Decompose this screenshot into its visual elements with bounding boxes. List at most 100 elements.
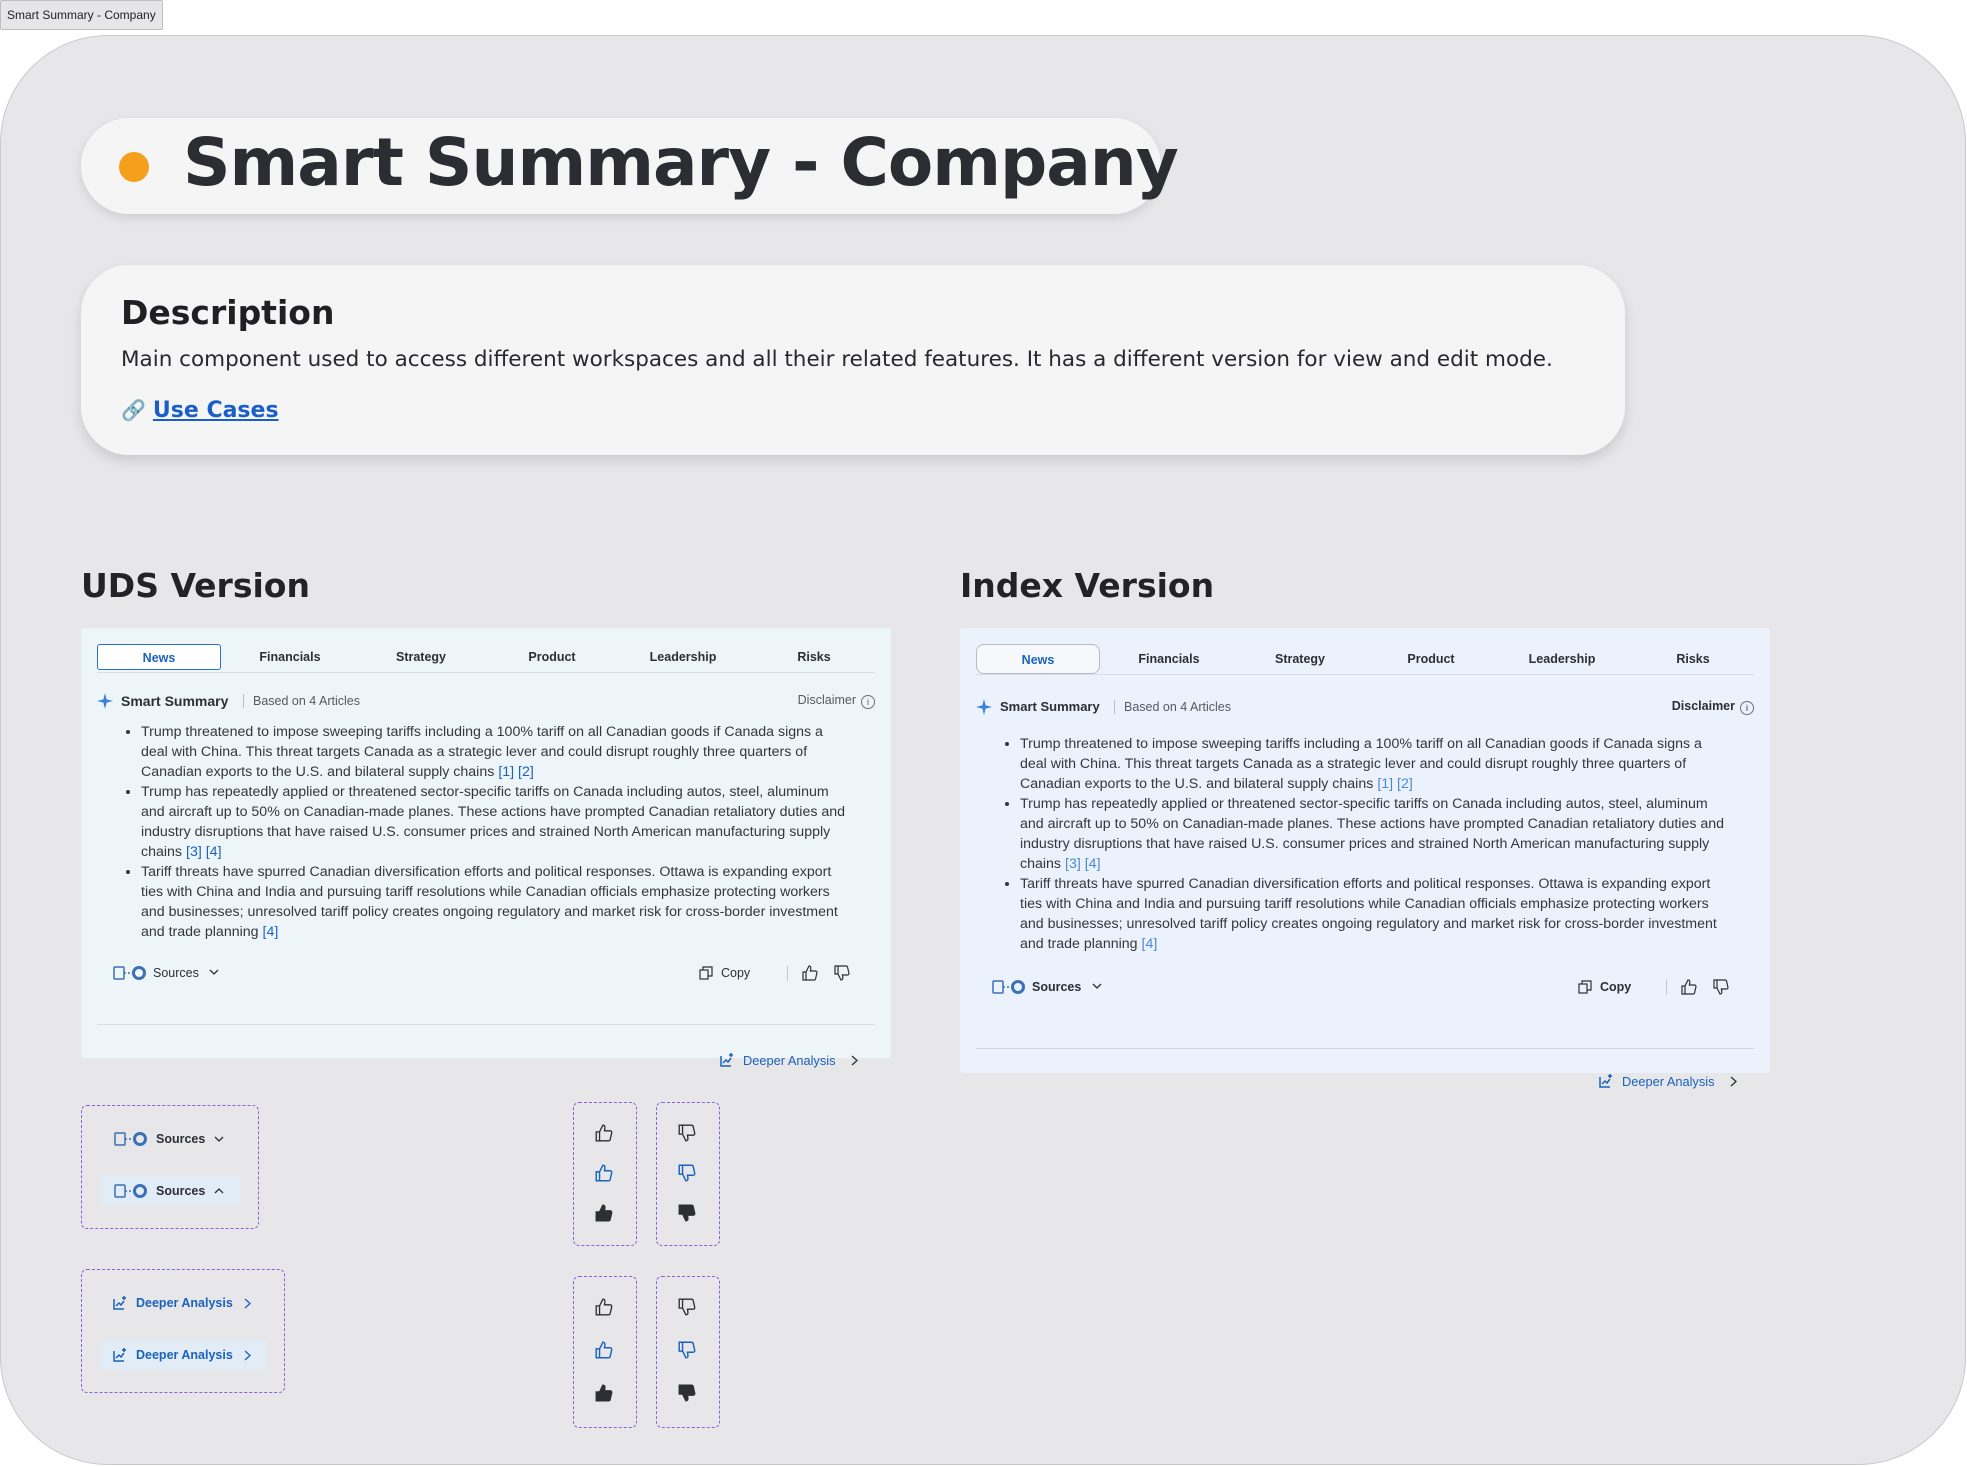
thumbs-up-icon[interactable] <box>594 1163 614 1183</box>
summary-bullets: Trump threatened to impose sweeping tari… <box>121 722 851 942</box>
deeper-analysis-label: Deeper Analysis <box>136 1296 233 1310</box>
deeper-analysis-icon <box>113 1348 126 1362</box>
thumbs-down-icon[interactable] <box>677 1123 697 1143</box>
disclaimer-label: Disclaimer <box>797 693 856 707</box>
copy-button[interactable]: Copy <box>1578 978 1648 998</box>
deeper-analysis-button[interactable]: Deeper Analysis <box>1598 1073 1738 1093</box>
citation-link[interactable]: [1] [2] <box>1377 776 1413 792</box>
chevron-right-icon <box>851 1055 858 1066</box>
thumbs-up-icon[interactable] <box>801 964 819 982</box>
chevron-right-icon <box>1730 1076 1737 1087</box>
deeper-analysis-icon <box>1599 1074 1612 1088</box>
based-on-label: Based on 4 Articles <box>253 694 361 708</box>
deeper-analysis-button-default[interactable]: Deeper Analysis <box>100 1288 266 1318</box>
thumbs-down-icon[interactable] <box>677 1383 697 1403</box>
tab-leadership[interactable]: Leadership <box>621 644 745 670</box>
thumbs-down-icon[interactable] <box>677 1297 697 1317</box>
thumbs-down-icon[interactable] <box>1712 978 1730 996</box>
thumbs-up-icon[interactable] <box>594 1340 614 1360</box>
deeper-analysis-icon <box>113 1296 126 1310</box>
canvas-frame: Smart Summary - Company Description Main… <box>0 35 1966 1465</box>
copy-button[interactable]: Copy <box>699 964 769 984</box>
info-icon: i <box>861 695 875 709</box>
thumbs-down-variants-index <box>656 1276 720 1428</box>
sources-button[interactable]: Sources <box>992 978 1112 998</box>
sources-button-default[interactable]: Sources <box>100 1124 240 1154</box>
tab-financials[interactable]: Financials <box>228 644 352 670</box>
bullet-text: Trump threatened to impose sweeping tari… <box>1020 736 1702 792</box>
tab-risks[interactable]: Risks <box>752 644 876 670</box>
deeper-analysis-button-hover[interactable]: Deeper Analysis <box>100 1340 266 1370</box>
sources-variants: Sources Sources <box>81 1105 259 1229</box>
copy-label: Copy <box>1600 980 1632 994</box>
list-item: Tariff threats have spurred Canadian div… <box>141 862 851 942</box>
use-cases-row: 🔗 Use Cases <box>121 398 279 423</box>
tab-bar: News Financials Strategy Product Leaders… <box>97 644 875 673</box>
thumbs-up-variants <box>573 1102 637 1246</box>
summary-header: Smart Summary Based on 4 Articles Discla… <box>97 692 875 712</box>
deeper-analysis-label: Deeper Analysis <box>743 1053 836 1068</box>
index-summary-card: News Financials Strategy Product Leaders… <box>960 628 1770 1089</box>
tab-product[interactable]: Product <box>1369 644 1493 674</box>
sources-button[interactable]: Sources <box>113 964 233 984</box>
description-card: Description Main component used to acces… <box>81 265 1625 455</box>
thumbs-up-icon[interactable] <box>594 1203 614 1223</box>
bullet-text: Trump has repeatedly applied or threaten… <box>141 784 846 860</box>
copy-icon <box>1578 980 1592 994</box>
disclaimer-button[interactable]: Disclaimer i <box>1672 699 1754 715</box>
thumbs-up-icon[interactable] <box>1680 978 1698 996</box>
sparkle-icon <box>97 693 113 709</box>
divider <box>1666 980 1667 995</box>
divider <box>976 1048 1754 1049</box>
copy-icon <box>699 966 713 980</box>
frame-tab[interactable]: Smart Summary - Company <box>0 0 163 30</box>
deeper-analysis-button[interactable]: Deeper Analysis <box>719 1052 859 1072</box>
list-item: Trump threatened to impose sweeping tari… <box>141 722 851 782</box>
sources-label: Sources <box>156 1184 206 1198</box>
chevron-down-icon <box>209 969 219 975</box>
citation-link[interactable]: [1] [2] <box>498 764 534 780</box>
thumbs-down-icon[interactable] <box>677 1163 697 1183</box>
deeper-analysis-icon <box>720 1053 733 1067</box>
thumbs-down-icon[interactable] <box>677 1203 697 1223</box>
tab-strategy[interactable]: Strategy <box>359 644 483 670</box>
title-pill: Smart Summary - Company <box>81 118 1179 214</box>
tab-financials[interactable]: Financials <box>1107 644 1231 674</box>
thumbs-up-icon[interactable] <box>594 1123 614 1143</box>
tab-news[interactable]: News <box>976 644 1100 674</box>
sources-button-expanded[interactable]: Sources <box>100 1176 240 1206</box>
summary-title: Smart Summary <box>1000 699 1100 714</box>
thumbs-down-icon[interactable] <box>833 964 851 982</box>
citation-link[interactable]: [4] <box>263 924 279 940</box>
tab-product[interactable]: Product <box>490 644 614 670</box>
tab-risks[interactable]: Risks <box>1631 644 1755 674</box>
summary-header: Smart Summary Based on 4 Articles Discla… <box>976 698 1754 718</box>
tab-leadership[interactable]: Leadership <box>1500 644 1624 674</box>
sparkle-icon <box>976 699 992 715</box>
sources-icon <box>114 1132 147 1146</box>
deeper-analysis-label: Deeper Analysis <box>136 1348 233 1362</box>
summary-actions: Sources Copy <box>113 964 859 984</box>
deeper-analysis-variants: Deeper Analysis Deeper Analysis <box>81 1269 285 1393</box>
use-cases-link[interactable]: Use Cases <box>153 398 279 423</box>
thumbs-down-variants <box>656 1102 720 1246</box>
based-on-label: Based on 4 Articles <box>1124 700 1232 714</box>
sources-label: Sources <box>1032 980 1082 994</box>
tab-news[interactable]: News <box>97 644 221 670</box>
thumbs-up-icon[interactable] <box>594 1383 614 1403</box>
citation-link[interactable]: [3] [4] <box>186 844 222 860</box>
tab-strategy[interactable]: Strategy <box>1238 644 1362 674</box>
thumbs-up-icon[interactable] <box>594 1297 614 1317</box>
disclaimer-button[interactable]: Disclaimer i <box>798 693 875 709</box>
thumbs-down-icon[interactable] <box>677 1340 697 1360</box>
bullet-text: Tariff threats have spurred Canadian div… <box>141 864 838 940</box>
citation-link[interactable]: [3] [4] <box>1065 856 1101 872</box>
copy-label: Copy <box>721 966 751 980</box>
list-item: Trump has repeatedly applied or threaten… <box>141 782 851 862</box>
citation-link[interactable]: [4] <box>1142 936 1158 952</box>
bullet-text: Trump has repeatedly applied or threaten… <box>1020 796 1725 872</box>
disclaimer-label: Disclaimer <box>1671 699 1735 713</box>
divider <box>97 1024 875 1025</box>
tab-bar: News Financials Strategy Product Leaders… <box>976 644 1754 675</box>
divider <box>787 966 788 981</box>
